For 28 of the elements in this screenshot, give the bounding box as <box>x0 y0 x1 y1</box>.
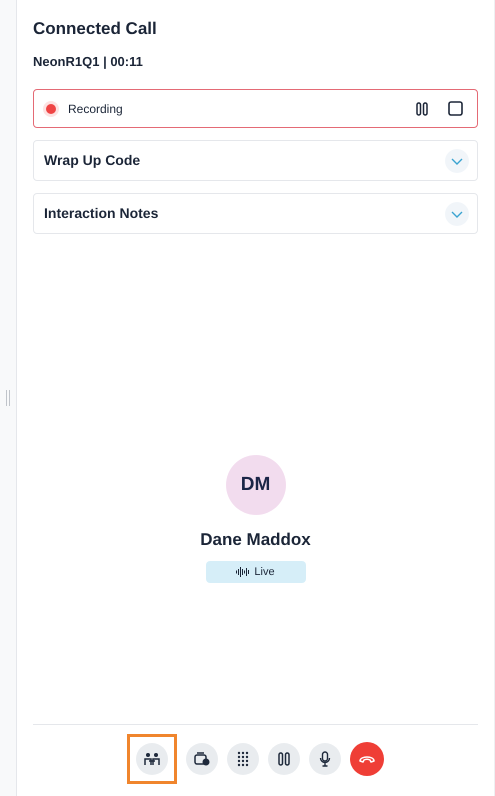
transfer-button[interactable] <box>186 742 218 774</box>
live-badge: Live <box>206 560 306 583</box>
sound-wave-icon <box>236 566 250 577</box>
mute-button[interactable] <box>309 742 341 774</box>
page-title: Connected Call <box>33 18 157 40</box>
microphone-icon <box>319 750 331 766</box>
contact-name: Dane Maddox <box>200 529 311 552</box>
resize-handle-icon[interactable] <box>6 390 10 406</box>
stop-icon <box>448 101 463 116</box>
people-icon <box>144 752 160 766</box>
pause-icon <box>278 752 290 766</box>
hang-up-icon <box>358 754 376 764</box>
avatar: DM <box>226 455 286 516</box>
call-info: NeonR1Q1 | 00:11 <box>33 52 143 71</box>
stop-recording-button[interactable] <box>446 99 465 118</box>
consult-button[interactable] <box>136 742 168 774</box>
chevron-icon[interactable] <box>445 148 469 172</box>
dialpad-icon <box>237 750 249 766</box>
dialpad-button[interactable] <box>227 742 259 774</box>
hangup-button[interactable] <box>350 742 384 776</box>
recording-label: Recording <box>68 100 124 118</box>
pause-icon <box>416 102 428 116</box>
chevron-icon[interactable] <box>445 202 469 226</box>
hold-button[interactable] <box>268 742 300 774</box>
accordion-header[interactable]: Wrap Up Code <box>33 140 478 181</box>
device-person-icon <box>194 752 210 766</box>
accordion-header[interactable]: Interaction Notes <box>33 193 478 234</box>
pause-recording-button[interactable] <box>414 100 430 118</box>
